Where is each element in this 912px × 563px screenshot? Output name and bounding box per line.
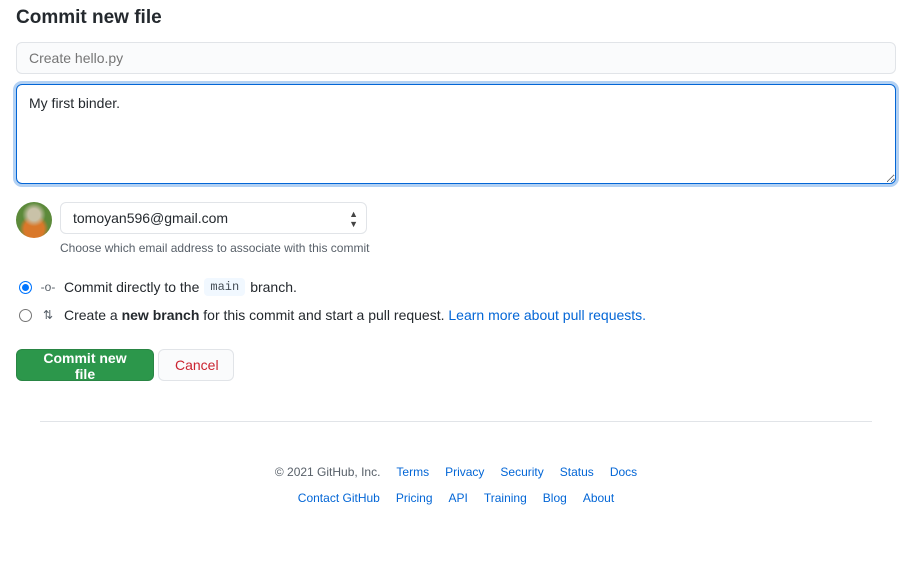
option-text: Commit directly to the — [64, 279, 200, 295]
page-title: Commit new file — [16, 7, 162, 28]
option-bold-text: new branch — [121, 307, 200, 323]
footer-link-about[interactable]: About — [583, 491, 614, 505]
option-text: for this commit and start a pull request… — [203, 307, 445, 323]
footer-link-training[interactable]: Training — [484, 491, 527, 505]
option-text: Create a — [64, 307, 118, 323]
footer-link-privacy[interactable]: Privacy — [445, 465, 484, 479]
select-arrows-icon: ▲ ▼ — [349, 209, 358, 229]
footer-link-security[interactable]: Security — [500, 465, 543, 479]
branch-name: main — [204, 278, 246, 296]
radio-new-branch[interactable] — [19, 308, 32, 322]
git-pull-request-icon: ⇅ — [42, 308, 54, 322]
cancel-button[interactable]: Cancel — [158, 349, 234, 381]
footer-link-terms[interactable]: Terms — [396, 465, 429, 479]
commit-summary-input[interactable] — [16, 42, 896, 74]
email-selected-value: tomoyan596@gmail.com — [73, 210, 229, 226]
footer-link-blog[interactable]: Blog — [543, 491, 567, 505]
footer-link-contact[interactable]: Contact GitHub — [298, 491, 380, 505]
email-select[interactable]: tomoyan596@gmail.com ▲ ▼ — [60, 202, 367, 234]
footer-link-api[interactable]: API — [449, 491, 468, 505]
learn-more-link[interactable]: Learn more about pull requests. — [448, 307, 646, 323]
commit-new-file-button[interactable]: Commit new file — [16, 349, 154, 382]
commit-description-textarea[interactable]: My first binder. — [16, 84, 896, 184]
email-hint: Choose which email address to associate … — [60, 241, 370, 255]
copyright: © 2021 GitHub, Inc. — [274, 465, 381, 479]
footer-link-status[interactable]: Status — [560, 465, 594, 479]
git-commit-icon: -o- — [40, 280, 56, 294]
option-commit-direct[interactable]: -o- Commit directly to the main branch. — [19, 278, 297, 296]
footer-link-pricing[interactable]: Pricing — [396, 491, 433, 505]
option-new-branch[interactable]: ⇅ Create a new branch for this commit an… — [19, 307, 646, 323]
footer-row-2: Contact GitHub Pricing API Training Blog… — [0, 491, 912, 505]
footer-row-1: © 2021 GitHub, Inc. Terms Privacy Securi… — [0, 465, 912, 479]
footer-divider — [40, 421, 872, 422]
avatar — [16, 202, 52, 238]
footer-link-docs[interactable]: Docs — [610, 465, 637, 479]
option-text: branch. — [250, 279, 297, 295]
radio-commit-direct[interactable] — [19, 280, 32, 294]
